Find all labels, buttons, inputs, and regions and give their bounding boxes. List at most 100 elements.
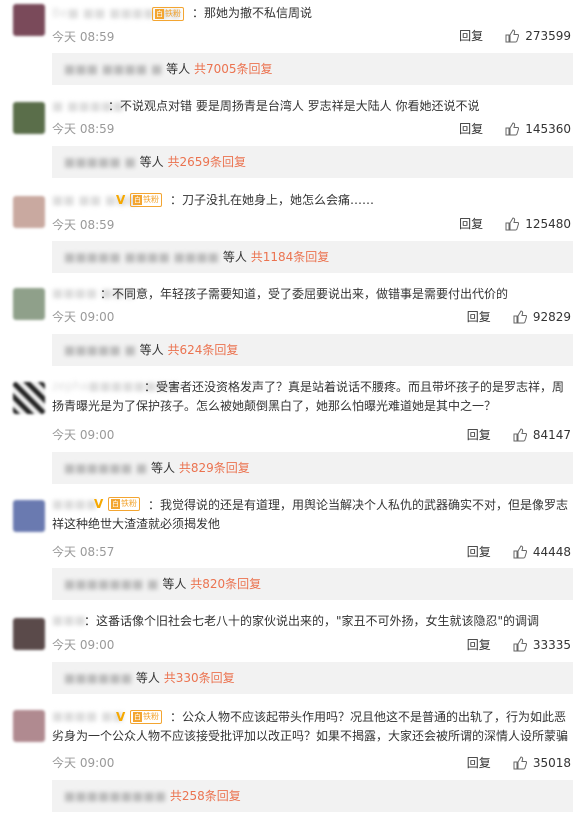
replies-word: 等人: [139, 343, 164, 357]
comment-time: 今天 09:00: [52, 638, 115, 652]
view-replies-link[interactable]: 共258条回复: [170, 789, 241, 803]
replies-word: 等人: [222, 250, 247, 264]
comment-actions: 回复 125480: [459, 215, 571, 232]
replier-names: ■■■■■ ■: [64, 155, 136, 169]
replier-names: ■■■ ■■■■ ■: [64, 62, 163, 76]
comment-actions: 回复 44448: [467, 543, 571, 560]
comment-time: 今天 08:59: [52, 30, 115, 44]
reply-button[interactable]: 回复: [459, 27, 483, 44]
like-count: 145360: [525, 121, 571, 136]
view-replies-link[interactable]: 共829条回复: [179, 461, 250, 475]
avatar[interactable]: [13, 102, 45, 134]
view-replies-link[interactable]: 等人 共330条回复: [136, 671, 235, 685]
replies-word: 等人: [139, 155, 164, 169]
replies-summary[interactable]: ■■■ ■■■■ ■ 等人 共7005条回复: [52, 53, 573, 85]
reply-button[interactable]: 回复: [467, 636, 491, 653]
comment-text: ：我觉得说的还是有道理，用舆论当解决个人私仇的武器确实不对，但是像罗志祥这种绝世…: [52, 498, 569, 531]
reply-button[interactable]: 回复: [459, 215, 483, 232]
like-button[interactable]: 33335: [513, 638, 571, 652]
replies-summary[interactable]: ■■■■■ ■ 等人 共2659条回复: [52, 146, 573, 178]
like-button[interactable]: 92829: [513, 310, 571, 324]
comment-time: 今天 08:59: [52, 122, 115, 136]
replies-summary[interactable]: ■■■■■■ 等人 共330条回复: [52, 662, 573, 694]
comment-time: 今天 09:00: [52, 428, 115, 442]
like-count: 273599: [525, 28, 571, 43]
replies-word: 等人: [151, 461, 176, 475]
like-count: 92829: [532, 309, 571, 324]
reply-button[interactable]: 回复: [467, 543, 491, 560]
comment-text: ：公众人物不应该起带头作用吗？况且他这不是普通的出轨了，行为如此恶劣身为一个公众…: [52, 710, 569, 743]
verified-v-icon: V: [116, 193, 126, 207]
like-button[interactable]: 273599: [505, 29, 571, 43]
avatar[interactable]: [13, 382, 45, 414]
replies-summary[interactable]: ■■■■■■■ ■ 等人 共820条回复: [52, 568, 573, 600]
avatar[interactable]: [13, 500, 45, 532]
comment-text: ：不说观点对错 要是周扬青是台湾人 罗志祥是大陆人 你看她还说不说: [108, 99, 480, 113]
comment-actions: 回复 33335: [467, 636, 571, 653]
comment-actions: 回复 84147: [467, 426, 571, 443]
thumbs-up-icon: [505, 216, 520, 230]
thumbs-up-icon: [513, 309, 527, 323]
comment-text: ：刀子没扎在她身上，她怎么会痛……: [170, 193, 375, 207]
view-replies-link[interactable]: 共7005条回复: [194, 62, 273, 76]
comment-actions: 回复 92829: [467, 308, 571, 325]
fan-badge: 白铁粉: [152, 7, 184, 21]
like-button[interactable]: 84147: [513, 428, 571, 442]
reply-button[interactable]: 回复: [467, 308, 491, 325]
comment-actions: 回复 35018: [467, 754, 571, 771]
like-count: 44448: [532, 544, 571, 559]
comment-text: ：这番话像个旧社会七老八十的家伙说出来的，"家丑不可外扬，女生就该隐忍"的调调: [84, 614, 540, 628]
fan-badge: 白铁粉: [130, 193, 162, 207]
thumbs-up-icon: [505, 121, 520, 135]
comment-text: ：那她为撤不私信周说: [192, 6, 313, 20]
replier-names: ■■■■■■: [64, 671, 133, 685]
replier-names: ■■■■■■ ■: [64, 461, 148, 475]
commenter-name[interactable]: ■■■: [52, 613, 86, 627]
comment-time: 今天 08:57: [52, 545, 115, 559]
thumbs-up-icon: [505, 28, 520, 42]
view-replies-link[interactable]: 共1184条回复: [251, 250, 330, 264]
view-replies-link[interactable]: 共624条回复: [168, 343, 239, 357]
replies-summary[interactable]: ■■■■■■■■■ 共258条回复: [52, 780, 573, 812]
replier-names: ■■■■■ ■■■■ ■■■■: [64, 250, 220, 264]
view-replies-link[interactable]: 共2659条回复: [168, 155, 247, 169]
like-count: 35018: [532, 755, 571, 770]
comment-actions: 回复 273599: [459, 27, 571, 44]
comment-time: 今天 09:00: [52, 756, 115, 770]
like-count: 125480: [525, 216, 571, 231]
avatar[interactable]: [13, 196, 45, 228]
like-count: 33335: [532, 637, 571, 652]
like-button[interactable]: 125480: [505, 217, 571, 231]
comment-actions: 回复 145360: [459, 120, 571, 137]
like-button[interactable]: 145360: [505, 122, 571, 136]
thumbs-up-icon: [513, 427, 527, 441]
thumbs-up-icon: [513, 637, 527, 651]
comment-time: 今天 09:00: [52, 310, 115, 324]
avatar[interactable]: [13, 710, 45, 742]
replier-names: ■■■■■■■■■: [64, 789, 167, 803]
avatar[interactable]: [13, 288, 45, 320]
thumbs-up-icon: [513, 544, 527, 558]
comment-time: 今天 08:59: [52, 218, 115, 232]
avatar[interactable]: [13, 4, 45, 36]
replies-summary[interactable]: ■■■■■■ ■ 等人 共829条回复: [52, 452, 573, 484]
like-button[interactable]: 35018: [513, 756, 571, 770]
thumbs-up-icon: [513, 755, 527, 769]
replier-names: ■■■■■■■ ■: [64, 577, 159, 591]
badge-group: 白铁粉: [152, 7, 184, 21]
like-button[interactable]: 44448: [513, 545, 571, 559]
view-replies-link[interactable]: 共820条回复: [190, 577, 261, 591]
comment-text: ：受害者还没资格发声了？真是站着说话不腰疼。而且带坏孩子的是罗志祥，周扬青曝光是…: [52, 380, 565, 413]
reply-button[interactable]: 回复: [467, 754, 491, 771]
reply-button[interactable]: 回复: [467, 426, 491, 443]
replies-summary[interactable]: ■■■■■ ■■■■ ■■■■ 等人 共1184条回复: [52, 241, 573, 273]
replies-summary[interactable]: ■■■■■ ■ 等人 共624条回复: [52, 334, 573, 366]
comment-text: ：不同意，年轻孩子需要知道，受了委屈要说出来，做错事是需要付出代价的: [100, 287, 509, 301]
like-count: 84147: [532, 427, 571, 442]
replier-names: ■■■■■ ■: [64, 343, 136, 357]
replies-word: 等人: [162, 577, 187, 591]
replies-word: 等人: [166, 62, 191, 76]
reply-button[interactable]: 回复: [459, 120, 483, 137]
avatar[interactable]: [13, 618, 45, 650]
badge-group: V 白铁粉: [116, 193, 162, 207]
